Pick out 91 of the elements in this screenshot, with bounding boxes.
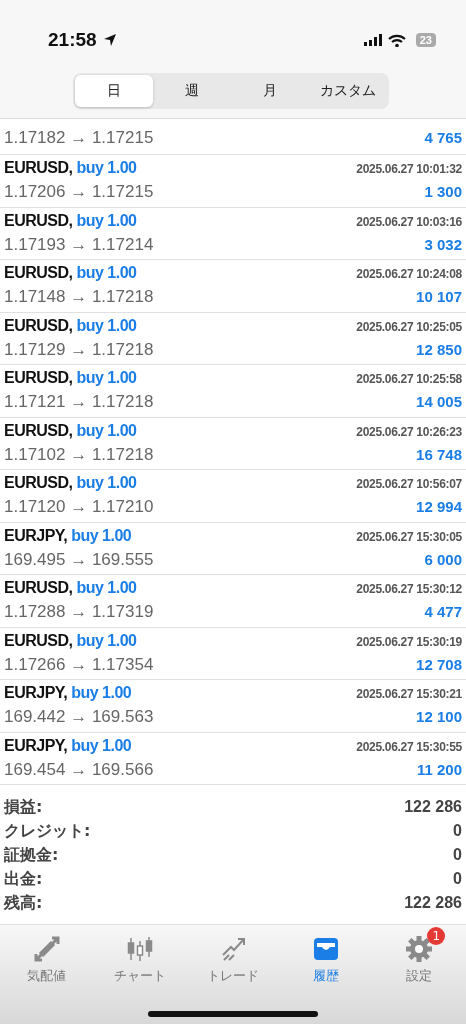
price-range: 1.17102 → 1.17218 xyxy=(4,444,154,465)
symbol-label: EURUSD, xyxy=(4,579,73,597)
deal-type: buy 1.00 xyxy=(76,211,137,229)
profit-value: 11 200 xyxy=(416,760,462,778)
symbol-label: EURJPY, xyxy=(4,526,68,544)
deal-type: buy 1.00 xyxy=(76,316,137,334)
symbol-label: EURUSD, xyxy=(4,369,73,387)
price-range: 1.17193 → 1.17214 xyxy=(4,234,154,255)
price-range: 1.17288 → 1.17319 xyxy=(4,602,154,623)
deal-type: buy 1.00 xyxy=(76,474,137,492)
profit-value: 12 994 xyxy=(416,498,462,516)
deal-type: buy 1.00 xyxy=(76,159,137,177)
symbol-label: EURUSD, xyxy=(4,264,73,282)
profit-value: 12 100 xyxy=(416,708,462,726)
deal-time: 2025.06.27 10:25:58 xyxy=(356,372,462,387)
price-range: 169.442 → 169.563 xyxy=(4,707,154,728)
deal-time: 2025.06.27 15:30:05 xyxy=(356,529,462,544)
period-tab[interactable]: 週 xyxy=(152,75,231,107)
battery-indicator: 23 xyxy=(415,33,436,47)
price-range: 1.17129 → 1.17218 xyxy=(4,339,154,360)
profit-value: 14 005 xyxy=(416,393,462,411)
summary-value: 122 286 xyxy=(404,894,462,912)
deal-time: 2025.06.27 10:24:08 xyxy=(356,267,462,282)
clock-time: 21:58 xyxy=(48,29,97,51)
period-tab[interactable]: 月 xyxy=(230,75,309,107)
price-range: 1.17120 → 1.17210 xyxy=(4,497,154,518)
deal-type: buy 1.00 xyxy=(76,264,137,282)
period-tab[interactable]: 日 xyxy=(74,75,153,107)
tab-bar-item[interactable]: トレード xyxy=(190,925,275,985)
candlestick-icon xyxy=(125,935,154,963)
deal-time: 2025.06.27 15:30:55 xyxy=(356,739,462,754)
inbox-icon xyxy=(312,935,341,963)
deal-time: 2025.06.27 10:26:23 xyxy=(356,424,462,439)
price-range: 1.17266 → 1.17354 xyxy=(4,654,154,675)
profit-value: 3 032 xyxy=(424,235,462,253)
deal-time: 2025.06.27 10:56:07 xyxy=(356,477,462,492)
signal-icon xyxy=(363,34,382,46)
symbol-label: EURUSD, xyxy=(4,316,73,334)
price-range: 169.454 → 169.566 xyxy=(4,759,154,780)
deal-type: buy 1.00 xyxy=(76,579,137,597)
summary-label: 損益: xyxy=(4,796,43,818)
tab-bar-item[interactable]: 気配値 xyxy=(4,925,89,985)
summary-label: クレジット: xyxy=(4,820,91,842)
wifi-icon xyxy=(387,33,406,47)
symbol-label: EURUSD, xyxy=(4,474,73,492)
profit-value: 4 765 xyxy=(424,129,462,146)
settings-icon xyxy=(405,935,434,963)
symbol-label: EURUSD, xyxy=(4,211,73,229)
symbol-label: EURUSD, xyxy=(4,159,73,177)
deal-time: 2025.06.27 15:30:19 xyxy=(356,634,462,649)
summary-label: 証拠金: xyxy=(4,844,59,866)
profit-value: 12 708 xyxy=(416,655,462,673)
summary-label: 出金: xyxy=(4,868,43,890)
summary-value: 122 286 xyxy=(404,798,462,816)
deal-type: buy 1.00 xyxy=(71,526,132,544)
symbol-label: EURJPY, xyxy=(4,736,68,754)
tab-bar-item[interactable]: 1 設定 xyxy=(377,925,462,985)
profit-value: 10 107 xyxy=(416,288,462,306)
deal-type: buy 1.00 xyxy=(71,684,132,702)
price-range: 1.17182 → 1.17215 xyxy=(4,128,154,148)
price-range: 169.495 → 169.555 xyxy=(4,549,154,570)
price-range: 1.17148 → 1.17218 xyxy=(4,287,154,308)
profit-value: 12 850 xyxy=(416,340,462,358)
price-range: 1.17206 → 1.17215 xyxy=(4,182,154,203)
price-range: 1.17121 → 1.17218 xyxy=(4,392,154,413)
tab-bar-item[interactable]: チャート xyxy=(97,925,182,985)
deal-time: 2025.06.27 10:25:05 xyxy=(356,319,462,334)
tab-bar-item[interactable]: 履歴 xyxy=(284,925,369,985)
summary-value: 0 xyxy=(453,822,462,840)
profit-value: 6 000 xyxy=(424,550,462,568)
deal-type: buy 1.00 xyxy=(71,736,132,754)
notification-badge: 1 xyxy=(427,927,446,945)
deal-type: buy 1.00 xyxy=(76,369,137,387)
deal-time: 2025.06.27 15:30:21 xyxy=(356,687,462,702)
deal-type: buy 1.00 xyxy=(76,631,137,649)
period-tab[interactable]: カスタム xyxy=(308,75,387,107)
summary-value: 0 xyxy=(453,846,462,864)
symbol-label: EURJPY, xyxy=(4,684,68,702)
summary-label: 残高: xyxy=(4,892,43,914)
profit-value: 4 477 xyxy=(424,603,462,621)
deal-time: 2025.06.27 15:30:12 xyxy=(356,582,462,597)
deal-time: 2025.06.27 10:01:32 xyxy=(356,162,462,177)
deal-time: 2025.06.27 10:03:16 xyxy=(356,214,462,229)
symbol-label: EURUSD, xyxy=(4,631,73,649)
symbol-label: EURUSD, xyxy=(4,421,73,439)
profit-value: 16 748 xyxy=(416,445,462,463)
profit-value: 1 300 xyxy=(424,183,462,201)
summary-value: 0 xyxy=(453,870,462,888)
arrows-icon xyxy=(32,935,61,963)
deal-type: buy 1.00 xyxy=(76,421,137,439)
location-arrow-icon xyxy=(102,33,117,47)
